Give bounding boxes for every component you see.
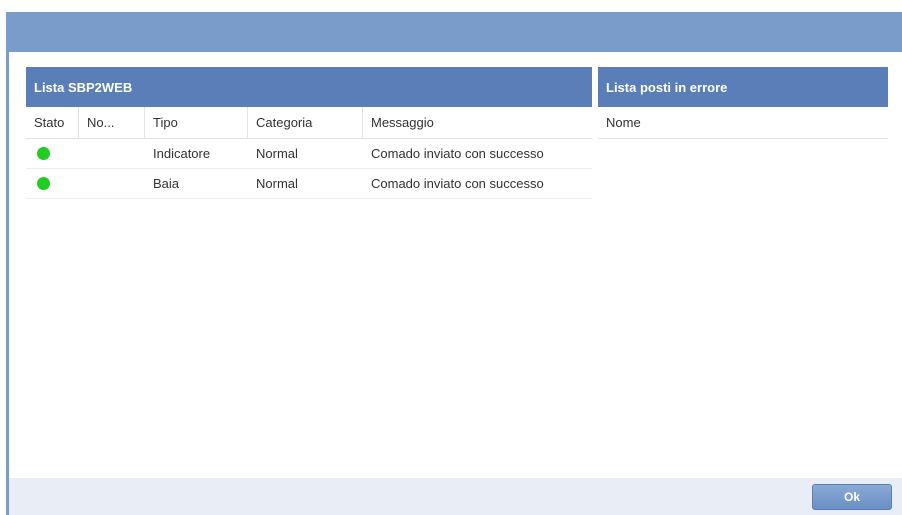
error-posts-panel: Lista posti in errore Nome	[598, 67, 888, 217]
sbp2web-panel-header: Lista SBP2WEB	[26, 67, 592, 107]
dialog-footer: Ok	[9, 478, 902, 515]
dialog-window: Lista SBP2WEB Stato No... Tipo Categoria…	[6, 12, 902, 515]
categoria-cell: Normal	[256, 176, 298, 191]
sbp2web-grid-header: Stato No... Tipo Categoria Messaggio	[26, 107, 592, 139]
column-header-messaggio[interactable]: Messaggio	[363, 107, 592, 138]
messaggio-cell: Comado inviato con successo	[371, 146, 544, 161]
error-posts-panel-title: Lista posti in errore	[606, 79, 728, 95]
column-header-stato[interactable]: Stato	[26, 107, 79, 138]
column-header-tipo[interactable]: Tipo	[145, 107, 248, 138]
nome-cell	[79, 169, 145, 198]
tipo-cell: Indicatore	[153, 146, 211, 161]
nome-cell	[79, 139, 145, 168]
table-row[interactable]: Indicatore Normal Comado inviato con suc…	[26, 139, 592, 169]
error-posts-panel-header: Lista posti in errore	[598, 67, 888, 107]
messaggio-cell: Comado inviato con successo	[371, 176, 544, 191]
tipo-cell: Baia	[153, 176, 180, 191]
column-header-categoria[interactable]: Categoria	[248, 107, 363, 138]
categoria-cell: Normal	[256, 146, 298, 161]
status-cell	[26, 169, 79, 198]
dialog-titlebar[interactable]	[9, 12, 902, 52]
status-ok-icon	[37, 177, 50, 190]
error-posts-grid-header: Nome	[598, 107, 888, 139]
status-cell	[26, 139, 79, 168]
sbp2web-panel-title: Lista SBP2WEB	[34, 79, 133, 95]
status-ok-icon	[37, 147, 50, 160]
column-header-nome-right[interactable]: Nome	[598, 107, 888, 138]
ok-button[interactable]: Ok	[812, 484, 892, 510]
sbp2web-panel: Lista SBP2WEB Stato No... Tipo Categoria…	[26, 67, 592, 217]
column-header-nome[interactable]: No...	[79, 107, 145, 138]
table-row[interactable]: Baia Normal Comado inviato con successo	[26, 169, 592, 199]
